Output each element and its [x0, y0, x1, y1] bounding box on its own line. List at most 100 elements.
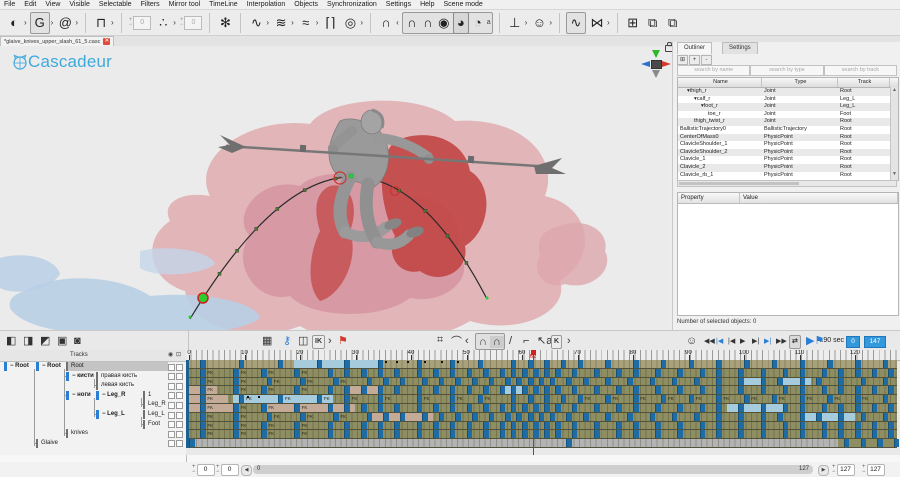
keyframe-bar[interactable]	[544, 430, 550, 438]
trajectory-lock-icon-dropdown[interactable]: ›	[291, 18, 294, 27]
keyframe-bar[interactable]	[716, 378, 722, 386]
keyframe-bar[interactable]	[378, 395, 384, 403]
keyframe-bar[interactable]	[500, 422, 506, 430]
toolbar-spinner[interactable]: +−0	[180, 16, 203, 30]
keyframe-bar[interactable]	[561, 395, 567, 403]
keyframe-bar[interactable]	[783, 404, 789, 412]
next-frame-icon[interactable]: ▶|	[752, 333, 759, 348]
keyframe-bar[interactable]	[677, 404, 683, 412]
keyframe-bar[interactable]	[483, 430, 489, 438]
keyframe-bar[interactable]	[777, 413, 783, 421]
track-visible-checkbox[interactable]	[168, 402, 175, 409]
keyframe-bar[interactable]	[855, 430, 861, 438]
keyframe-bar[interactable]	[855, 422, 861, 430]
keyframe-bar[interactable]	[800, 404, 806, 412]
keyframe-bar[interactable]	[417, 422, 423, 430]
keyframe-bar[interactable]	[200, 422, 206, 430]
keyframe-bar[interactable]	[627, 378, 633, 386]
keyframe-bar[interactable]	[761, 413, 767, 421]
keyframe-bar[interactable]	[838, 404, 844, 412]
keyframe-bar[interactable]	[716, 369, 722, 377]
keyframe-bar[interactable]	[500, 404, 506, 412]
keyframe-bar[interactable]	[800, 369, 806, 377]
keyframe-bar[interactable]	[844, 439, 850, 447]
track-visible-checkbox[interactable]	[168, 421, 175, 428]
keyframe-bar[interactable]	[838, 369, 844, 377]
keyframe-bar[interactable]	[378, 404, 384, 412]
rotation-spiral-icon[interactable]: @	[56, 13, 74, 33]
pivot-icon-dropdown[interactable]: ›	[525, 18, 528, 27]
keyframe-bar[interactable]	[800, 413, 806, 421]
keyframe-bar[interactable]	[883, 360, 889, 368]
keyframe-bar[interactable]	[394, 404, 400, 412]
trajectory-lock-icon[interactable]: ≋	[272, 13, 290, 33]
keyframe-bar[interactable]	[761, 386, 767, 394]
circle-quarter-icon[interactable]: ◔	[471, 13, 485, 33]
keyframe-bar[interactable]	[328, 386, 334, 394]
keyframe-bar[interactable]	[888, 422, 894, 430]
keyframe-bar[interactable]	[555, 386, 561, 394]
keyframe-bar[interactable]	[572, 386, 578, 394]
track-lock-checkbox[interactable]	[176, 431, 183, 438]
keyframe-bar[interactable]	[822, 369, 828, 377]
track-foot[interactable]: Foot	[143, 420, 160, 429]
keyframe-bar[interactable]	[888, 386, 894, 394]
keyframe-bar[interactable]	[200, 430, 206, 438]
grid-icon[interactable]: ⊞	[624, 13, 642, 33]
keyframe-bar[interactable]	[761, 430, 767, 438]
keyframe-bar[interactable]	[200, 378, 206, 386]
keyframe-bar[interactable]	[700, 404, 706, 412]
keyframe-bar[interactable]	[439, 413, 445, 421]
keyframe-bar[interactable]	[822, 422, 828, 430]
keyframe-bar[interactable]	[555, 369, 561, 377]
keyframe-bar[interactable]	[677, 430, 683, 438]
keyframe-bar[interactable]	[672, 413, 678, 421]
keyframe-bar[interactable]	[361, 430, 367, 438]
menu-scene-mode[interactable]: Scene mode	[443, 0, 482, 10]
keyframe-bar[interactable]	[278, 360, 284, 368]
keyframe-bar[interactable]	[738, 369, 744, 377]
track-ноги[interactable]: − ноги	[66, 391, 91, 400]
tracks-eye-icon[interactable]: ◉	[168, 350, 173, 361]
keyframe-bar[interactable]	[855, 369, 861, 377]
keyframe-bar[interactable]	[572, 430, 578, 438]
keyframe-bar[interactable]	[439, 378, 445, 386]
keyframe-bar[interactable]	[367, 378, 373, 386]
keyframe-bar[interactable]	[677, 369, 683, 377]
keyframe-bar[interactable]	[511, 395, 517, 403]
keyframe-bar[interactable]	[655, 386, 661, 394]
ghost-preview-icon[interactable]: ☺	[686, 333, 697, 348]
track-leg_l[interactable]: − Leg_L	[96, 410, 125, 419]
key-icon[interactable]: ⚷	[283, 333, 291, 348]
search-field-0[interactable]: search by name	[677, 65, 750, 76]
keyframe-bar[interactable]	[838, 386, 844, 394]
trajectory-icon[interactable]: ∿	[247, 13, 265, 33]
keyframe-bar[interactable]	[827, 395, 833, 403]
outliner-row[interactable]: ▾foot_rJointLeg_L	[678, 103, 898, 111]
timeline-track-row-knives[interactable]: FKFKFKFK	[186, 430, 897, 439]
timeline-track-row-pravaya-kist[interactable]: FKFKFKFKFK	[186, 378, 897, 387]
track-lock-checkbox[interactable]	[176, 373, 183, 380]
tab-outliner[interactable]: Outliner	[677, 42, 712, 54]
keyframe-bar[interactable]	[383, 413, 389, 421]
keyframe-bar[interactable]	[655, 404, 661, 412]
keyframe-bar[interactable]	[200, 369, 206, 377]
menu-timeline[interactable]: TimeLine	[209, 0, 238, 10]
keyframe-bar[interactable]	[261, 404, 267, 412]
keyframe-bar[interactable]	[467, 369, 473, 377]
keyframe-bar[interactable]	[616, 404, 622, 412]
keyframe-bar[interactable]	[872, 386, 878, 394]
keyframe-bar[interactable]	[605, 360, 611, 368]
keyframe-bar[interactable]	[716, 386, 722, 394]
interp-linear-icon[interactable]: /	[509, 333, 512, 348]
menu-mirror-tool[interactable]: Mirror tool	[169, 0, 201, 10]
interp-arc1-icon[interactable]: ∩	[476, 336, 490, 348]
outliner-row[interactable]: Clavicle_1PhysicPointRoot	[678, 156, 898, 164]
keyframe-bar[interactable]	[761, 378, 767, 386]
keyframe-bar[interactable]	[378, 360, 384, 368]
remove-track-icon[interactable]: ◩	[40, 333, 50, 348]
play-icon[interactable]: ▶	[740, 333, 745, 348]
keyframe-bar[interactable]	[394, 386, 400, 394]
arc-mode-icon[interactable]: ⌒	[451, 333, 462, 348]
menu-interpolation[interactable]: Interpolation	[247, 0, 286, 10]
